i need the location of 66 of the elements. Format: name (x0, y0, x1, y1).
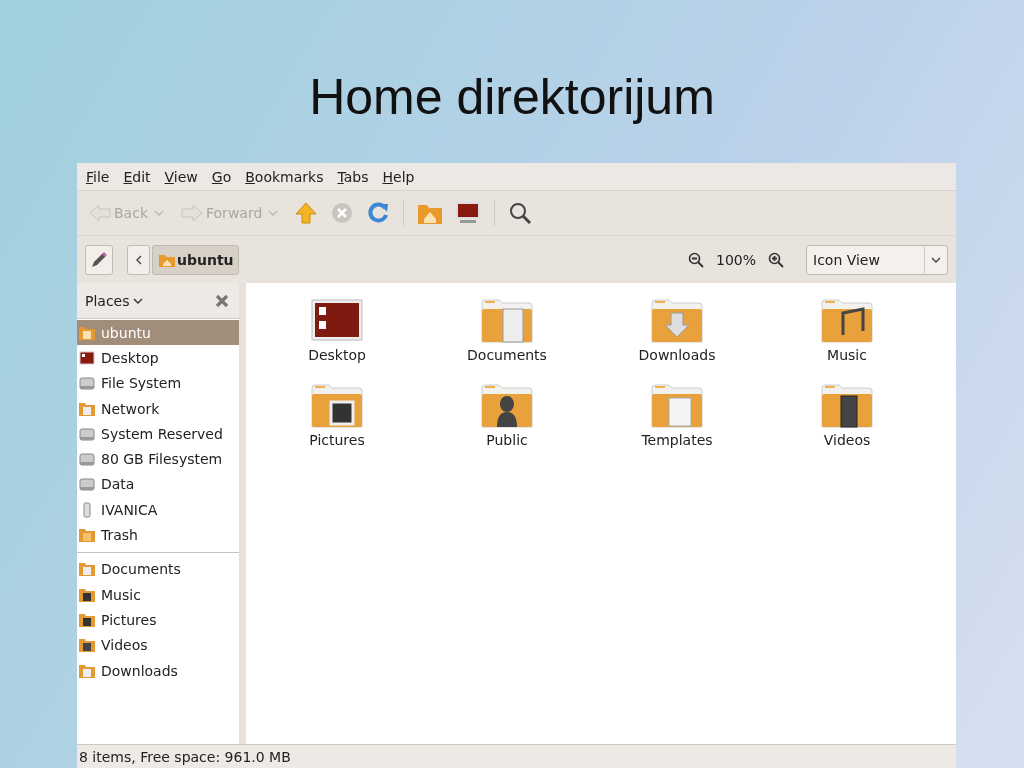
pictures-folder-icon (79, 611, 95, 628)
folder-item[interactable]: Public (422, 384, 592, 469)
sidebar-item[interactable]: Documents (77, 556, 239, 582)
menu-item[interactable]: Help (377, 168, 420, 185)
sidebar-item[interactable]: 80 GB Filesystem (77, 446, 239, 472)
menu-item[interactable]: Bookmarks (240, 168, 329, 185)
chevron-left-icon (134, 254, 143, 265)
sidebar-item[interactable]: Network (77, 395, 239, 422)
home-folder-icon (159, 252, 175, 267)
menu-item[interactable]: File (81, 168, 115, 185)
desktop-icon (311, 299, 363, 343)
folder-item[interactable]: Documents (422, 299, 592, 384)
public-folder-icon (481, 384, 533, 428)
videos-folder-icon (79, 637, 95, 654)
folder-item[interactable]: Downloads (592, 299, 762, 384)
folder-item[interactable]: Templates (592, 384, 762, 469)
sidebar-item[interactable]: Desktop (77, 345, 239, 371)
right-arrow-icon (180, 203, 204, 223)
sidebar-item[interactable]: Downloads (77, 657, 239, 684)
templates-folder-icon (651, 384, 703, 428)
sidebar-item[interactable]: Music (77, 581, 239, 608)
home-folder-icon (79, 324, 95, 341)
left-arrow-icon (88, 203, 112, 223)
music-folder-icon (79, 586, 95, 603)
drive-icon (79, 375, 95, 392)
status-bar: 8 items, Free space: 961.0 MB (77, 744, 956, 768)
menu-item[interactable]: Go (206, 168, 237, 185)
music-folder-icon (821, 299, 873, 343)
zoom-in-button[interactable] (766, 251, 786, 268)
drive-icon (79, 476, 95, 493)
downloads-folder-icon (651, 299, 703, 343)
folder-item[interactable]: Videos (762, 384, 932, 469)
menu-item[interactable]: Edit (118, 168, 156, 185)
folder-item[interactable]: Pictures (252, 384, 422, 469)
videos-folder-icon (821, 384, 873, 428)
sidebar-item[interactable]: IVANICA (77, 497, 239, 523)
pictures-folder-icon (311, 384, 363, 428)
chevron-down-icon (132, 297, 143, 304)
menu-item[interactable]: View (159, 168, 203, 185)
pencil-icon (90, 250, 108, 269)
sidebar-item[interactable]: Pictures (77, 607, 239, 633)
drive-icon (79, 425, 95, 442)
folder-item[interactable]: Music (762, 299, 932, 384)
places-dropdown[interactable]: Places (85, 292, 143, 309)
sidebar-item[interactable]: File System (77, 370, 239, 396)
zoom-level: 100% (714, 251, 757, 268)
close-icon[interactable] (215, 293, 229, 308)
path-left-button[interactable] (127, 244, 150, 275)
chevron-down-icon (268, 210, 279, 216)
documents-folder-icon (79, 561, 95, 578)
drive-icon (79, 451, 95, 468)
menu-item[interactable]: Tabs (332, 168, 374, 185)
edit-location-button[interactable] (85, 244, 113, 275)
network-folder-icon (79, 400, 95, 417)
downloads-folder-icon (79, 662, 95, 679)
chevron-down-icon (931, 256, 941, 263)
slide-title: Home direktorijum (308, 68, 716, 127)
documents-folder-icon (481, 299, 533, 343)
sidebar-item[interactable]: Videos (77, 632, 239, 658)
sidebar-item[interactable]: System Reserved (77, 421, 239, 447)
chevron-down-icon (154, 210, 164, 216)
sidebar-item[interactable]: Trash (77, 522, 239, 548)
sidebar-item[interactable]: Data (77, 471, 239, 498)
folder-item[interactable]: Desktop (252, 299, 422, 384)
view-mode-dropdown[interactable]: Icon View (806, 244, 948, 275)
path-button[interactable]: ubuntu (152, 244, 239, 275)
